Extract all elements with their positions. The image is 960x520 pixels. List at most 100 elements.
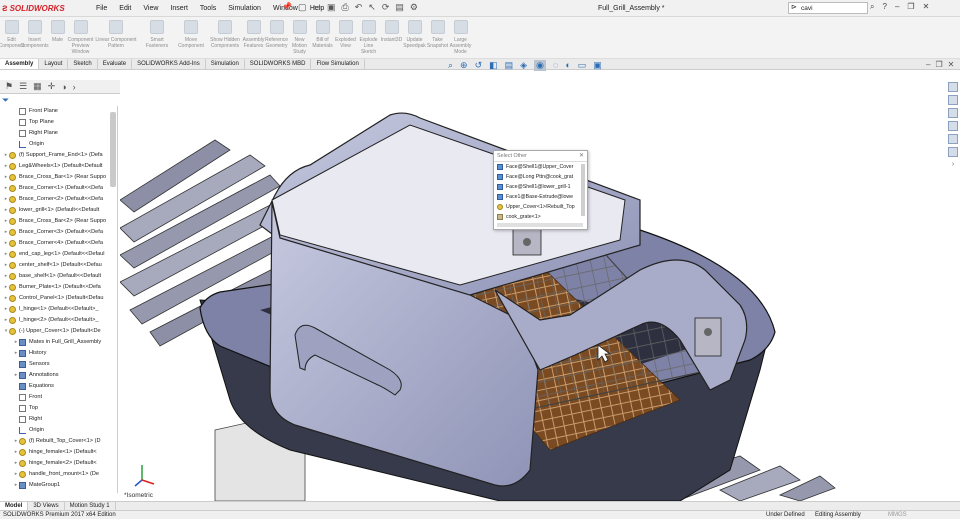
options-icon[interactable]: ⚙ bbox=[410, 2, 418, 13]
view-palette-icon[interactable] bbox=[948, 121, 958, 131]
tree-item[interactable]: Top bbox=[0, 403, 117, 414]
zoom-area-icon[interactable]: ⊕ bbox=[460, 60, 468, 71]
display-style-icon[interactable]: ◉ bbox=[534, 60, 546, 71]
tree-item[interactable]: ▸ Brace_Corner<3> (Default<<Defa bbox=[0, 227, 117, 238]
menu-tools[interactable]: Tools bbox=[194, 0, 222, 17]
tree-scrollbar[interactable] bbox=[110, 112, 116, 187]
command-new-motion-study[interactable]: New Motion Study bbox=[288, 17, 311, 59]
tree-item[interactable]: ▸ handle_front_mount<1> (De bbox=[0, 469, 117, 480]
zoom-to-fit-icon[interactable]: ⌕ bbox=[448, 60, 453, 71]
menu-view[interactable]: View bbox=[137, 0, 164, 17]
feature-manager-icon[interactable]: ⚑ bbox=[5, 81, 13, 92]
rebuild-icon[interactable]: ⟳ bbox=[382, 2, 390, 13]
close-icon[interactable]: ✕ bbox=[923, 2, 930, 12]
tree-item[interactable]: ▸ Annotations bbox=[0, 370, 117, 381]
tree-item[interactable]: ▸ Leg&Wheels<1> (Default<Default bbox=[0, 161, 117, 172]
graphics-area[interactable] bbox=[120, 70, 946, 501]
tree-item[interactable]: ▾ (-) Upper_Cover<1> (Default<De bbox=[0, 326, 117, 337]
apply-scene-icon[interactable]: ▭ bbox=[578, 60, 587, 71]
tab-flow-simulation[interactable]: Flow Simulation bbox=[311, 59, 365, 69]
dynamic-annotation-icon[interactable]: ▤ bbox=[505, 60, 514, 71]
tree-item[interactable]: ▸ hinge_female<1> (Default< bbox=[0, 447, 117, 458]
filter-icon[interactable]: ⏷ bbox=[2, 95, 9, 106]
tree-item[interactable]: ▸ History bbox=[0, 348, 117, 359]
tree-item[interactable]: ▸ end_cap_leg<1> (Default<<Defaul bbox=[0, 249, 117, 260]
tree-item[interactable]: Origin bbox=[0, 425, 117, 436]
print-icon[interactable]: ⎙ bbox=[342, 2, 349, 13]
select-other-item[interactable]: Face@Shell1@lower_grill-1 bbox=[494, 182, 587, 192]
menu-edit[interactable]: Edit bbox=[113, 0, 137, 17]
tree-item[interactable]: ▸ Brace_Corner<2> (Default<<Defa bbox=[0, 194, 117, 205]
view-orientation-icon[interactable]: ◈ bbox=[520, 60, 527, 71]
close-icon[interactable]: ✕ bbox=[579, 152, 584, 159]
file-properties-icon[interactable]: ▤ bbox=[395, 2, 404, 13]
viewport-close-icon[interactable]: ✕ bbox=[948, 60, 955, 69]
feature-manager-tree[interactable]: Front Plane Top Plane Right Plane Origin ▸ (f… bbox=[0, 106, 118, 493]
open-icon[interactable]: ▭ bbox=[313, 2, 322, 13]
minimize-icon[interactable]: – bbox=[895, 2, 899, 12]
file-explorer-icon[interactable] bbox=[948, 108, 958, 118]
command-large-assembly-mode[interactable]: Large Assembly Mode bbox=[449, 17, 472, 59]
command-smart-fasteners[interactable]: Smart Fasteners bbox=[140, 17, 174, 59]
tree-item[interactable]: Origin bbox=[0, 139, 117, 150]
viewport-minimize-icon[interactable]: – bbox=[926, 60, 930, 69]
design-library-icon[interactable] bbox=[948, 95, 958, 105]
tree-item[interactable]: ▸ l_hinge<2> (Default<<Default>_ bbox=[0, 315, 117, 326]
tree-item[interactable]: ▸ Control_Panel<1> (Default<Defau bbox=[0, 293, 117, 304]
command-instant3d[interactable]: Instant3D bbox=[380, 17, 403, 59]
tree-item[interactable]: ▸ Mates in Full_Grill_Assembly bbox=[0, 337, 117, 348]
tree-item[interactable]: ▸ base_shelf<1> (Default<<Default bbox=[0, 271, 117, 282]
command-linear-component-pattern[interactable]: Linear Component Pattern bbox=[92, 17, 140, 59]
custom-properties-icon[interactable] bbox=[948, 147, 958, 157]
command-explode-line-sketch[interactable]: Explode Line Sketch bbox=[357, 17, 380, 59]
tree-item[interactable]: ▸ lower_grill<1> (Default<<Default bbox=[0, 205, 117, 216]
panel-collapse-icon[interactable]: › bbox=[73, 82, 76, 92]
undo-icon[interactable]: ↶ bbox=[355, 2, 363, 13]
tree-item[interactable]: Right bbox=[0, 414, 117, 425]
tree-item[interactable]: ▸ Brace_Corner<4> (Default<<Defa bbox=[0, 238, 117, 249]
menu-simulation[interactable]: Simulation bbox=[222, 0, 267, 17]
pin-icon[interactable]: 📌 bbox=[282, 2, 292, 11]
select-other-item[interactable]: Upper_Cover<1>/Rebuilt_Top bbox=[494, 202, 587, 212]
tree-item[interactable]: Sensors bbox=[0, 359, 117, 370]
command-show-hidden-components[interactable]: Show Hidden Components bbox=[208, 17, 242, 59]
tab-solidworks-add-ins[interactable]: SOLIDWORKS Add-Ins bbox=[132, 59, 206, 69]
command-mate[interactable]: Mate bbox=[46, 17, 69, 59]
tree-item[interactable]: ▸ center_shelf<1> (Default<<Defau bbox=[0, 260, 117, 271]
tree-item[interactable]: ▸ MateGroup1 bbox=[0, 480, 117, 491]
tree-item[interactable]: Front bbox=[0, 392, 117, 403]
tree-item[interactable]: ▸ (f) Rebuilt_Top_Cover<1> (D bbox=[0, 436, 117, 447]
command-assembly-features[interactable]: Assembly Features bbox=[242, 17, 265, 59]
select-other-item[interactable]: Face1@Base-Extrude@lowe bbox=[494, 192, 587, 202]
tree-item[interactable]: Equations bbox=[0, 381, 117, 392]
tab-layout[interactable]: Layout bbox=[39, 59, 69, 69]
property-manager-icon[interactable]: ☰ bbox=[19, 81, 27, 92]
configuration-manager-icon[interactable]: ▦ bbox=[33, 81, 42, 92]
select-other-item[interactable]: cook_grate<1> bbox=[494, 212, 587, 222]
select-other-item[interactable]: Face@Shell1@Upper_Cover bbox=[494, 162, 587, 172]
tab-assembly[interactable]: Assembly bbox=[0, 59, 40, 69]
edit-appearance-icon[interactable]: ◐ bbox=[565, 60, 570, 71]
search-input[interactable]: ⊳ cavi bbox=[788, 2, 868, 14]
command-bill-of-materials[interactable]: Bill of Materials bbox=[311, 17, 334, 59]
select-other-scrollbar[interactable] bbox=[581, 164, 585, 216]
menu-file[interactable]: File bbox=[90, 0, 113, 17]
select-other-item[interactable]: Face@Long Pttn@cook_grat bbox=[494, 172, 587, 182]
command-component-preview-window[interactable]: Component Preview Window bbox=[68, 17, 93, 59]
tree-item[interactable]: ▸ Brace_Cross_Bar<2> (Rear Suppo bbox=[0, 216, 117, 227]
tree-item[interactable]: Top Plane bbox=[0, 117, 117, 128]
select-other-popup[interactable]: Select Other ✕ Face@Shell1@Upper_Cover Fa… bbox=[493, 150, 588, 230]
hide-show-items-icon[interactable]: ◌ bbox=[553, 60, 558, 71]
tree-item[interactable]: ▸ (f) Support_Frame_End<1> (Defa bbox=[0, 150, 117, 161]
command-reference-geometry[interactable]: Reference Geometry bbox=[265, 17, 288, 59]
tree-item[interactable]: Front Plane bbox=[0, 106, 117, 117]
command-update-speedpak[interactable]: Update Speedpak bbox=[403, 17, 426, 59]
display-manager-icon[interactable]: ◑ bbox=[61, 82, 66, 92]
solidworks-logo[interactable]: ƨ SOLIDWORKS bbox=[2, 2, 82, 15]
select-other-hscrollbar[interactable] bbox=[497, 223, 583, 227]
tree-item[interactable]: Right Plane bbox=[0, 128, 117, 139]
command-take-snapshot[interactable]: Take Snapshot bbox=[426, 17, 449, 59]
expand-arrow-icon[interactable]: › bbox=[948, 160, 958, 170]
dimxpert-manager-icon[interactable]: ✛ bbox=[48, 81, 56, 92]
command-exploded-view[interactable]: Exploded View bbox=[334, 17, 357, 59]
